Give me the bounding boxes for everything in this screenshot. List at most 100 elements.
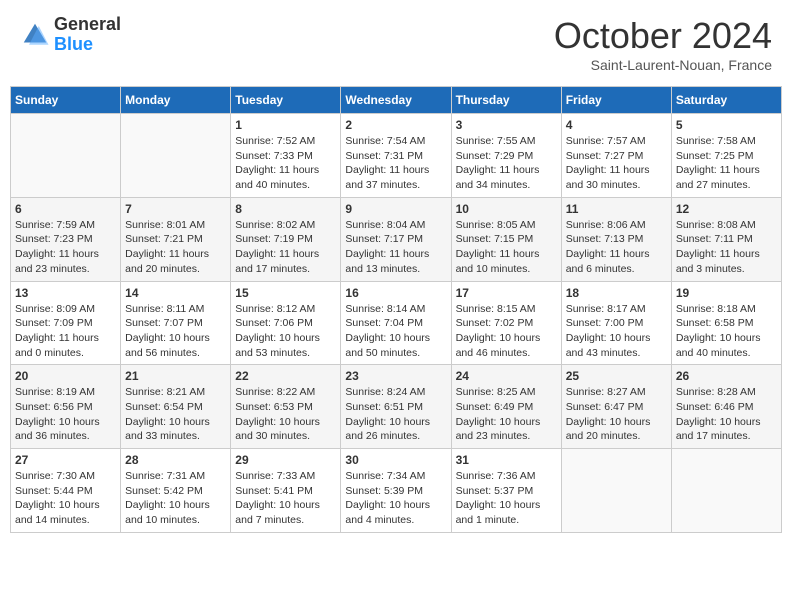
calendar-cell [11, 114, 121, 198]
calendar-cell: 5 Sunrise: 7:58 AM Sunset: 7:25 PM Daylig… [671, 114, 781, 198]
day-info: Sunrise: 8:09 AM Sunset: 7:09 PM Dayligh… [15, 302, 116, 361]
calendar-cell [121, 114, 231, 198]
weekday-header-wednesday: Wednesday [341, 87, 451, 114]
calendar-cell: 30 Sunrise: 7:34 AM Sunset: 5:39 PM Dayli… [341, 449, 451, 533]
day-number: 3 [456, 118, 557, 132]
logo-text: General Blue [54, 15, 121, 55]
day-number: 14 [125, 286, 226, 300]
calendar-cell: 29 Sunrise: 7:33 AM Sunset: 5:41 PM Dayli… [231, 449, 341, 533]
day-info: Sunrise: 7:52 AM Sunset: 7:33 PM Dayligh… [235, 134, 336, 193]
calendar-cell: 28 Sunrise: 7:31 AM Sunset: 5:42 PM Dayli… [121, 449, 231, 533]
day-info: Sunrise: 8:11 AM Sunset: 7:07 PM Dayligh… [125, 302, 226, 361]
day-info: Sunrise: 8:22 AM Sunset: 6:53 PM Dayligh… [235, 385, 336, 444]
calendar-cell: 31 Sunrise: 7:36 AM Sunset: 5:37 PM Dayli… [451, 449, 561, 533]
calendar-cell: 16Sunrise: 8:14 AM Sunset: 7:04 PM Dayli… [341, 281, 451, 365]
calendar-cell: 24Sunrise: 8:25 AM Sunset: 6:49 PM Dayli… [451, 365, 561, 449]
month-title: October 2024 [554, 15, 772, 57]
day-number: 26 [676, 369, 777, 383]
location-subtitle: Saint-Laurent-Nouan, France [554, 57, 772, 73]
calendar-cell: 1 Sunrise: 7:52 AM Sunset: 7:33 PM Daylig… [231, 114, 341, 198]
day-number: 2 [345, 118, 446, 132]
calendar-cell: 27Sunrise: 7:30 AM Sunset: 5:44 PM Dayli… [11, 449, 121, 533]
day-info: Sunrise: 8:01 AM Sunset: 7:21 PM Dayligh… [125, 218, 226, 277]
calendar-cell: 12 Sunrise: 8:08 AM Sunset: 7:11 PM Dayli… [671, 197, 781, 281]
day-number: 11 [566, 202, 667, 216]
day-number: 6 [15, 202, 116, 216]
calendar-cell: 4Sunrise: 7:57 AM Sunset: 7:27 PM Daylig… [561, 114, 671, 198]
calendar-cell: 10Sunrise: 8:05 AM Sunset: 7:15 PM Dayli… [451, 197, 561, 281]
calendar-week-row: 27Sunrise: 7:30 AM Sunset: 5:44 PM Dayli… [11, 449, 782, 533]
calendar-week-row: 6 Sunrise: 7:59 AM Sunset: 7:23 PM Daylig… [11, 197, 782, 281]
day-info: Sunrise: 7:58 AM Sunset: 7:25 PM Dayligh… [676, 134, 777, 193]
day-number: 31 [456, 453, 557, 467]
calendar-cell: 17Sunrise: 8:15 AM Sunset: 7:02 PM Dayli… [451, 281, 561, 365]
calendar-cell: 6 Sunrise: 7:59 AM Sunset: 7:23 PM Daylig… [11, 197, 121, 281]
weekday-header-tuesday: Tuesday [231, 87, 341, 114]
day-number: 17 [456, 286, 557, 300]
calendar-cell: 14 Sunrise: 8:11 AM Sunset: 7:07 PM Dayli… [121, 281, 231, 365]
weekday-header-row: SundayMondayTuesdayWednesdayThursdayFrid… [11, 87, 782, 114]
calendar-cell: 13 Sunrise: 8:09 AM Sunset: 7:09 PM Dayli… [11, 281, 121, 365]
calendar-cell: 11 Sunrise: 8:06 AM Sunset: 7:13 PM Dayli… [561, 197, 671, 281]
calendar-cell: 23Sunrise: 8:24 AM Sunset: 6:51 PM Dayli… [341, 365, 451, 449]
day-number: 4 [566, 118, 667, 132]
day-number: 20 [15, 369, 116, 383]
day-number: 12 [676, 202, 777, 216]
title-block: October 2024 Saint-Laurent-Nouan, France [554, 15, 772, 73]
day-number: 27 [15, 453, 116, 467]
day-number: 29 [235, 453, 336, 467]
calendar-cell: 26 Sunrise: 8:28 AM Sunset: 6:46 PM Dayli… [671, 365, 781, 449]
weekday-header-monday: Monday [121, 87, 231, 114]
calendar-cell: 25 Sunrise: 8:27 AM Sunset: 6:47 PM Dayli… [561, 365, 671, 449]
weekday-header-friday: Friday [561, 87, 671, 114]
calendar-cell: 19Sunrise: 8:18 AM Sunset: 6:58 PM Dayli… [671, 281, 781, 365]
day-info: Sunrise: 8:28 AM Sunset: 6:46 PM Dayligh… [676, 385, 777, 444]
day-info: Sunrise: 7:31 AM Sunset: 5:42 PM Dayligh… [125, 469, 226, 528]
weekday-header-thursday: Thursday [451, 87, 561, 114]
page-header: General Blue October 2024 Saint-Laurent-… [10, 10, 782, 78]
day-info: Sunrise: 7:55 AM Sunset: 7:29 PM Dayligh… [456, 134, 557, 193]
day-number: 30 [345, 453, 446, 467]
day-info: Sunrise: 7:36 AM Sunset: 5:37 PM Dayligh… [456, 469, 557, 528]
day-info: Sunrise: 8:19 AM Sunset: 6:56 PM Dayligh… [15, 385, 116, 444]
logo-general: General [54, 15, 121, 35]
day-number: 13 [15, 286, 116, 300]
day-number: 1 [235, 118, 336, 132]
day-number: 8 [235, 202, 336, 216]
calendar-cell: 8 Sunrise: 8:02 AM Sunset: 7:19 PM Daylig… [231, 197, 341, 281]
calendar-cell: 21 Sunrise: 8:21 AM Sunset: 6:54 PM Dayli… [121, 365, 231, 449]
day-number: 21 [125, 369, 226, 383]
calendar-cell: 2 Sunrise: 7:54 AM Sunset: 7:31 PM Daylig… [341, 114, 451, 198]
day-number: 18 [566, 286, 667, 300]
day-number: 23 [345, 369, 446, 383]
day-info: Sunrise: 7:34 AM Sunset: 5:39 PM Dayligh… [345, 469, 446, 528]
calendar-cell: 9 Sunrise: 8:04 AM Sunset: 7:17 PM Daylig… [341, 197, 451, 281]
calendar-table: SundayMondayTuesdayWednesdayThursdayFrid… [10, 86, 782, 533]
day-number: 24 [456, 369, 557, 383]
day-number: 28 [125, 453, 226, 467]
logo: General Blue [20, 15, 121, 55]
logo-icon [20, 20, 50, 50]
day-info: Sunrise: 8:12 AM Sunset: 7:06 PM Dayligh… [235, 302, 336, 361]
day-info: Sunrise: 8:21 AM Sunset: 6:54 PM Dayligh… [125, 385, 226, 444]
calendar-week-row: 20 Sunrise: 8:19 AM Sunset: 6:56 PM Dayli… [11, 365, 782, 449]
day-info: Sunrise: 8:04 AM Sunset: 7:17 PM Dayligh… [345, 218, 446, 277]
day-info: Sunrise: 8:27 AM Sunset: 6:47 PM Dayligh… [566, 385, 667, 444]
calendar-week-row: 1 Sunrise: 7:52 AM Sunset: 7:33 PM Daylig… [11, 114, 782, 198]
day-info: Sunrise: 7:59 AM Sunset: 7:23 PM Dayligh… [15, 218, 116, 277]
day-number: 15 [235, 286, 336, 300]
day-number: 5 [676, 118, 777, 132]
day-number: 25 [566, 369, 667, 383]
day-info: Sunrise: 8:08 AM Sunset: 7:11 PM Dayligh… [676, 218, 777, 277]
calendar-cell [561, 449, 671, 533]
day-number: 16 [345, 286, 446, 300]
weekday-header-saturday: Saturday [671, 87, 781, 114]
day-number: 9 [345, 202, 446, 216]
calendar-cell: 18Sunrise: 8:17 AM Sunset: 7:00 PM Dayli… [561, 281, 671, 365]
day-info: Sunrise: 7:33 AM Sunset: 5:41 PM Dayligh… [235, 469, 336, 528]
day-info: Sunrise: 7:54 AM Sunset: 7:31 PM Dayligh… [345, 134, 446, 193]
calendar-week-row: 13 Sunrise: 8:09 AM Sunset: 7:09 PM Dayli… [11, 281, 782, 365]
day-number: 19 [676, 286, 777, 300]
day-info: Sunrise: 8:02 AM Sunset: 7:19 PM Dayligh… [235, 218, 336, 277]
day-info: Sunrise: 8:06 AM Sunset: 7:13 PM Dayligh… [566, 218, 667, 277]
